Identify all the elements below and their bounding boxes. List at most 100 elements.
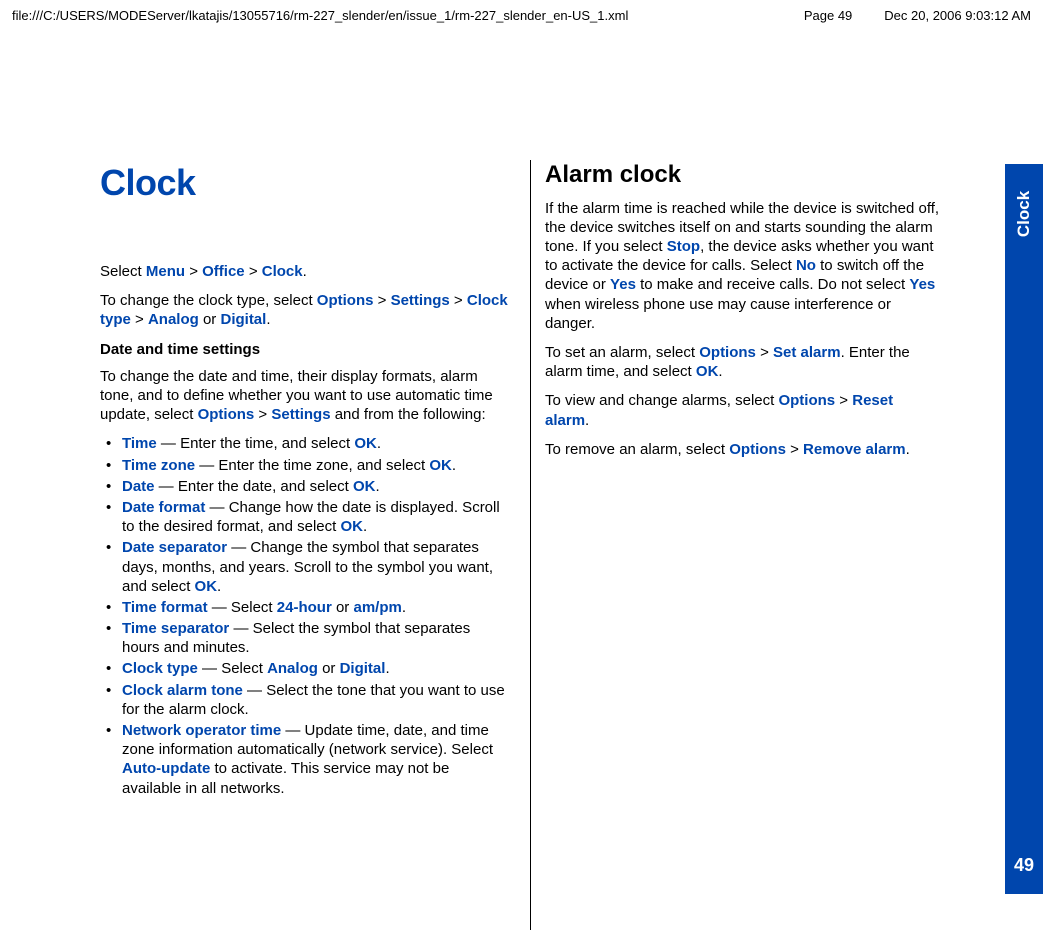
nav-analog: Analog (148, 311, 199, 328)
nav-office: Office (202, 263, 245, 280)
nav-set-alarm: Set alarm (773, 344, 841, 361)
list-item-time-zone: Time zone — Enter the time zone, and sel… (100, 456, 510, 475)
nav-options: Options (198, 406, 255, 423)
nav-no: No (796, 257, 816, 274)
nav-menu: Menu (146, 263, 185, 280)
term: Date separator (122, 539, 227, 556)
text: . (385, 660, 389, 677)
nav-clock: Clock (262, 263, 303, 280)
nav-yes: Yes (610, 276, 636, 293)
text: or (332, 599, 354, 616)
text: . (217, 578, 221, 595)
select-path-paragraph: Select Menu > Office > Clock. (100, 262, 510, 281)
nav-remove-alarm: Remove alarm (803, 441, 906, 458)
header-page-label: Page 49 (804, 8, 852, 23)
change-clock-type-paragraph: To change the clock type, select Options… (100, 291, 510, 329)
page: file:///C:/USERS/MODEServer/lkatajis/130… (0, 0, 1043, 940)
header-timestamp: Dec 20, 2006 9:03:12 AM (884, 8, 1031, 23)
text: To set an alarm, select (545, 344, 699, 361)
ok: OK (429, 457, 452, 474)
list-item-network-operator-time: Network operator time — Update time, dat… (100, 721, 510, 798)
term: Clock type (122, 660, 198, 677)
nav-options: Options (729, 441, 786, 458)
opt: 24-hour (277, 599, 332, 616)
nav-settings: Settings (391, 292, 450, 309)
ok: OK (195, 578, 218, 595)
text: . (377, 435, 381, 452)
view-change-alarms-paragraph: To view and change alarms, select Option… (545, 391, 940, 429)
term: Time format (122, 599, 208, 616)
nav-ok: OK (696, 363, 719, 380)
term: Time (122, 435, 157, 452)
side-tab-label: Clock (1014, 191, 1034, 237)
date-time-settings-heading: Date and time settings (100, 340, 510, 359)
nav-options: Options (699, 344, 756, 361)
header-path: file:///C:/USERS/MODEServer/lkatajis/130… (12, 8, 628, 23)
alarm-clock-description: If the alarm time is reached while the d… (545, 199, 940, 333)
term: Network operator time (122, 722, 281, 739)
text: . (718, 363, 722, 380)
text: . (266, 311, 270, 328)
text: . (363, 518, 367, 535)
settings-list: Time — Enter the time, and select OK. Ti… (100, 434, 510, 797)
nav-sep: > (245, 263, 262, 280)
list-item-date: Date — Enter the date, and select OK. (100, 477, 510, 496)
header-right: Page 49 Dec 20, 2006 9:03:12 AM (804, 8, 1031, 23)
text: to make and receive calls. Do not select (636, 276, 909, 293)
text: — Enter the time, and select (157, 435, 355, 452)
remove-alarm-paragraph: To remove an alarm, select Options > Rem… (545, 440, 940, 459)
nav-sep: > (786, 441, 803, 458)
page-title: Clock (100, 160, 510, 206)
opt: am/pm (353, 599, 401, 616)
text: . (375, 478, 379, 495)
term: Time separator (122, 620, 229, 637)
right-column: Alarm clock If the alarm time is reached… (530, 160, 940, 930)
text: . (452, 457, 456, 474)
nav-sep: > (254, 406, 271, 423)
term: Time zone (122, 457, 195, 474)
text: . (303, 263, 307, 280)
text: . (585, 412, 589, 429)
nav-sep: > (185, 263, 202, 280)
ok: OK (353, 478, 376, 495)
ok: OK (340, 518, 363, 535)
list-item-clock-type: Clock type — Select Analog or Digital. (100, 659, 510, 678)
auto-update: Auto-update (122, 760, 210, 777)
text: — Select (198, 660, 267, 677)
term: Clock alarm tone (122, 682, 243, 699)
nav-sep: > (756, 344, 773, 361)
text: — Select (208, 599, 277, 616)
text: To change the clock type, select (100, 292, 317, 309)
list-item-time-separator: Time separator — Select the symbol that … (100, 619, 510, 657)
set-alarm-paragraph: To set an alarm, select Options > Set al… (545, 343, 940, 381)
nav-sep: > (373, 292, 390, 309)
list-item-date-separator: Date separator — Change the symbol that … (100, 538, 510, 596)
text: . (906, 441, 910, 458)
side-tab: Clock 49 (1005, 164, 1043, 894)
list-item-clock-alarm-tone: Clock alarm tone — Select the tone that … (100, 681, 510, 719)
nav-stop: Stop (667, 238, 700, 255)
alarm-clock-heading: Alarm clock (545, 160, 940, 191)
text: when wireless phone use may cause interf… (545, 296, 891, 332)
nav-sep: > (835, 392, 852, 409)
nav-options: Options (778, 392, 835, 409)
list-item-time: Time — Enter the time, and select OK. (100, 434, 510, 453)
change-date-time-paragraph: To change the date and time, their displ… (100, 367, 510, 425)
left-column: Clock Select Menu > Office > Clock. To c… (100, 160, 510, 930)
opt: Analog (267, 660, 318, 677)
list-item-time-format: Time format — Select 24-hour or am/pm. (100, 598, 510, 617)
side-tab-page-number: 49 (1005, 855, 1043, 876)
text: and from the following: (331, 406, 486, 423)
text: — Enter the date, and select (155, 478, 353, 495)
opt: Digital (340, 660, 386, 677)
content: Clock Select Menu > Office > Clock. To c… (100, 160, 1005, 930)
ok: OK (354, 435, 377, 452)
text: or (318, 660, 340, 677)
text: To remove an alarm, select (545, 441, 729, 458)
term: Date (122, 478, 155, 495)
text: or (199, 311, 221, 328)
header: file:///C:/USERS/MODEServer/lkatajis/130… (0, 0, 1043, 23)
columns: Clock Select Menu > Office > Clock. To c… (100, 160, 1005, 930)
text: Select (100, 263, 146, 280)
nav-yes: Yes (909, 276, 935, 293)
